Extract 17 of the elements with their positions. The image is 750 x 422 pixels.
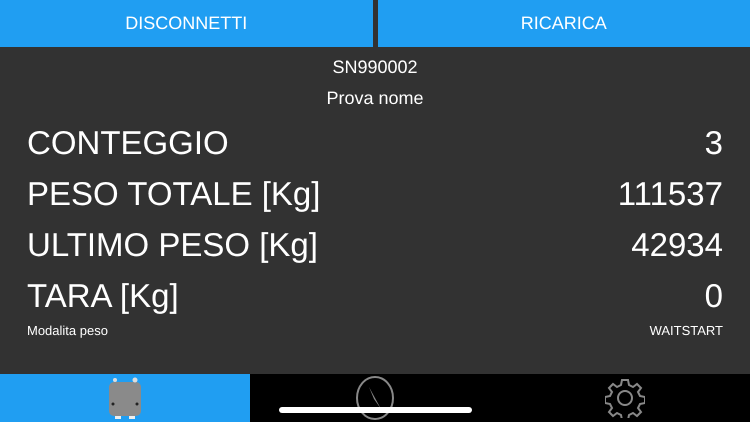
settings-icon [605,378,645,418]
top-button[interactable]: DISCONNETTI [0,0,372,47]
reading-label: CONTEGGIO [27,124,229,162]
serial-number: SN990002 [332,57,418,78]
top-button[interactable]: RICARICA [378,0,750,47]
device-name: Prova nome [326,88,424,109]
reading-value: 3 [704,124,723,162]
device-icon [107,376,143,420]
reading-value: 42934 [631,226,723,264]
compass-icon [355,375,395,421]
detail-label: Modalita peso [27,323,108,338]
detail-value: WAITSTART [650,323,723,338]
reading-value: 0 [704,276,723,314]
reading-label: PESO TOTALE [Kg] [27,174,320,212]
reading-value: 111537 [618,174,723,212]
reading-label: ULTIMO PESO [Kg] [27,226,318,264]
reading-label: TARA [Kg] [27,276,179,314]
